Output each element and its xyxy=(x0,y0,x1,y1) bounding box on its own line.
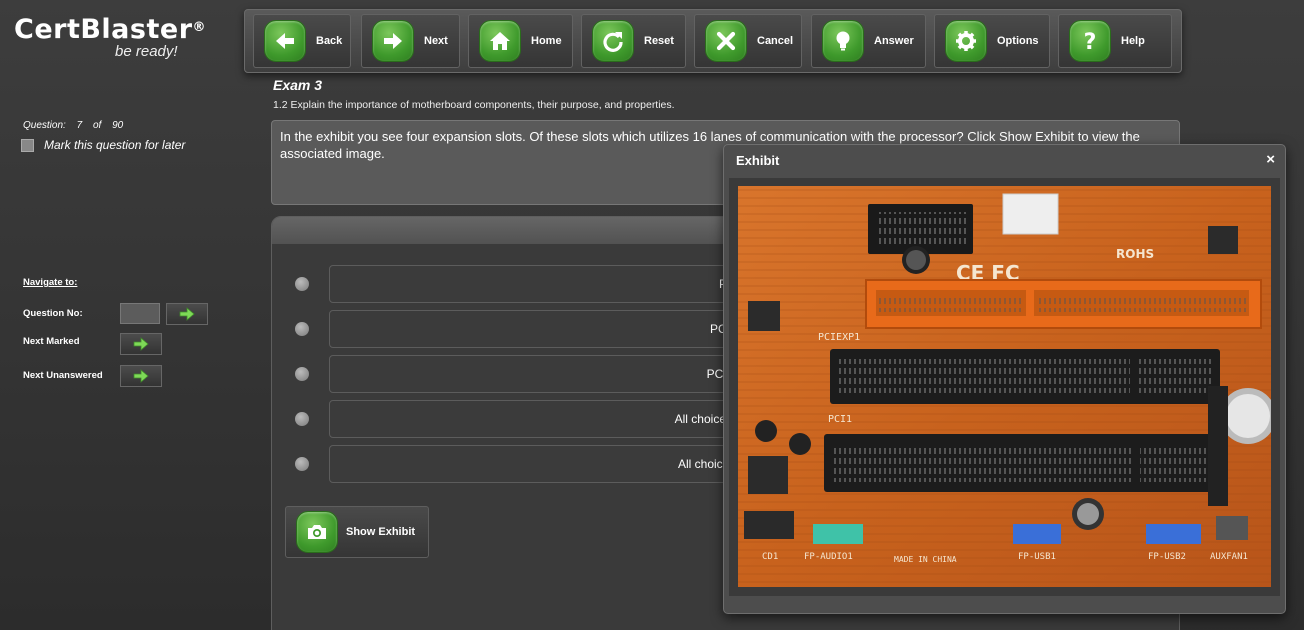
help-button[interactable]: ? Help xyxy=(1058,14,1172,68)
mark-label: Mark this question for later xyxy=(44,138,186,152)
options-button[interactable]: Options xyxy=(934,14,1050,68)
right-arrow-icon xyxy=(133,369,149,383)
auxfan1-label: AUXFAN1 xyxy=(1210,552,1248,562)
rohs-mark: ROHS xyxy=(1116,247,1154,261)
mark-checkbox[interactable] xyxy=(21,138,34,152)
gear-icon xyxy=(945,20,987,62)
mark-for-later[interactable]: Mark this question for later xyxy=(21,138,185,152)
svg-text:?: ? xyxy=(1084,30,1097,53)
certblaster-logo: CertBlaster® be ready! xyxy=(14,14,206,60)
question-mark-icon: ? xyxy=(1069,20,1111,62)
pci1-label: PCI1 xyxy=(828,414,852,425)
motherboard-image: CE FC ROHS PCIEXP1 PCI1 CD1 FP-AUDIO1 MA… xyxy=(738,186,1271,587)
right-arrow-icon xyxy=(179,307,195,321)
next-button[interactable]: Next xyxy=(361,14,460,68)
choice-radio[interactable] xyxy=(295,367,309,381)
back-arrow-icon xyxy=(264,20,306,62)
brand-name: CertBlaster® xyxy=(14,14,207,45)
question-no-label: Question No: xyxy=(23,308,83,319)
cd1-label: CD1 xyxy=(762,552,778,562)
next-marked-label: Next Marked xyxy=(23,336,80,347)
navigate-title: Navigate to: xyxy=(23,277,78,288)
exhibit-window: Exhibit × CE FC ROHS PCIEXP1 PCI1 CD1 FP… xyxy=(723,144,1286,614)
back-button[interactable]: Back xyxy=(253,14,351,68)
show-exhibit-button[interactable]: Show Exhibit xyxy=(285,506,429,558)
home-button[interactable]: Home xyxy=(468,14,573,68)
choice-radio[interactable] xyxy=(295,457,309,471)
cancel-button[interactable]: Cancel xyxy=(694,14,802,68)
answer-button[interactable]: Answer xyxy=(811,14,926,68)
choice-radio[interactable] xyxy=(295,322,309,336)
made-in-china-label: MADE IN CHINA xyxy=(894,555,957,564)
exam-objective: 1.2 Explain the importance of motherboar… xyxy=(273,99,675,111)
next-marked-button[interactable] xyxy=(120,333,162,355)
question-counter: Question: 7 of 90 xyxy=(23,120,124,131)
choice-radio[interactable] xyxy=(295,412,309,426)
right-arrow-icon xyxy=(133,337,149,351)
close-icon xyxy=(705,20,747,62)
exhibit-title: Exhibit xyxy=(736,153,780,168)
question-no-input[interactable] xyxy=(120,303,160,324)
reset-icon xyxy=(592,20,634,62)
choice-radio[interactable] xyxy=(295,277,309,291)
next-arrow-icon xyxy=(372,20,414,62)
home-icon xyxy=(479,20,521,62)
reset-button[interactable]: Reset xyxy=(581,14,686,68)
fp-usb1-label: FP-USB1 xyxy=(1018,552,1056,562)
next-unanswered-button[interactable] xyxy=(120,365,162,387)
brand-tagline: be ready! xyxy=(115,43,178,60)
exhibit-frame: CE FC ROHS PCIEXP1 PCI1 CD1 FP-AUDIO1 MA… xyxy=(729,178,1280,596)
close-icon[interactable]: × xyxy=(1266,151,1275,168)
go-question-button[interactable] xyxy=(166,303,208,325)
pciexp1-label: PCIEXP1 xyxy=(818,332,860,343)
lightbulb-icon xyxy=(822,20,864,62)
main-toolbar: Back Next Home Reset Cancel Answer Optio… xyxy=(244,9,1182,73)
next-unanswered-label: Next Unanswered xyxy=(23,370,103,381)
exam-title: Exam 3 xyxy=(273,77,323,93)
camera-icon xyxy=(296,511,338,553)
motherboard-photo: CE FC ROHS PCIEXP1 PCI1 CD1 FP-AUDIO1 MA… xyxy=(738,186,1271,587)
fp-usb2-label: FP-USB2 xyxy=(1148,552,1186,562)
fp-audio1-label: FP-AUDIO1 xyxy=(804,552,853,562)
